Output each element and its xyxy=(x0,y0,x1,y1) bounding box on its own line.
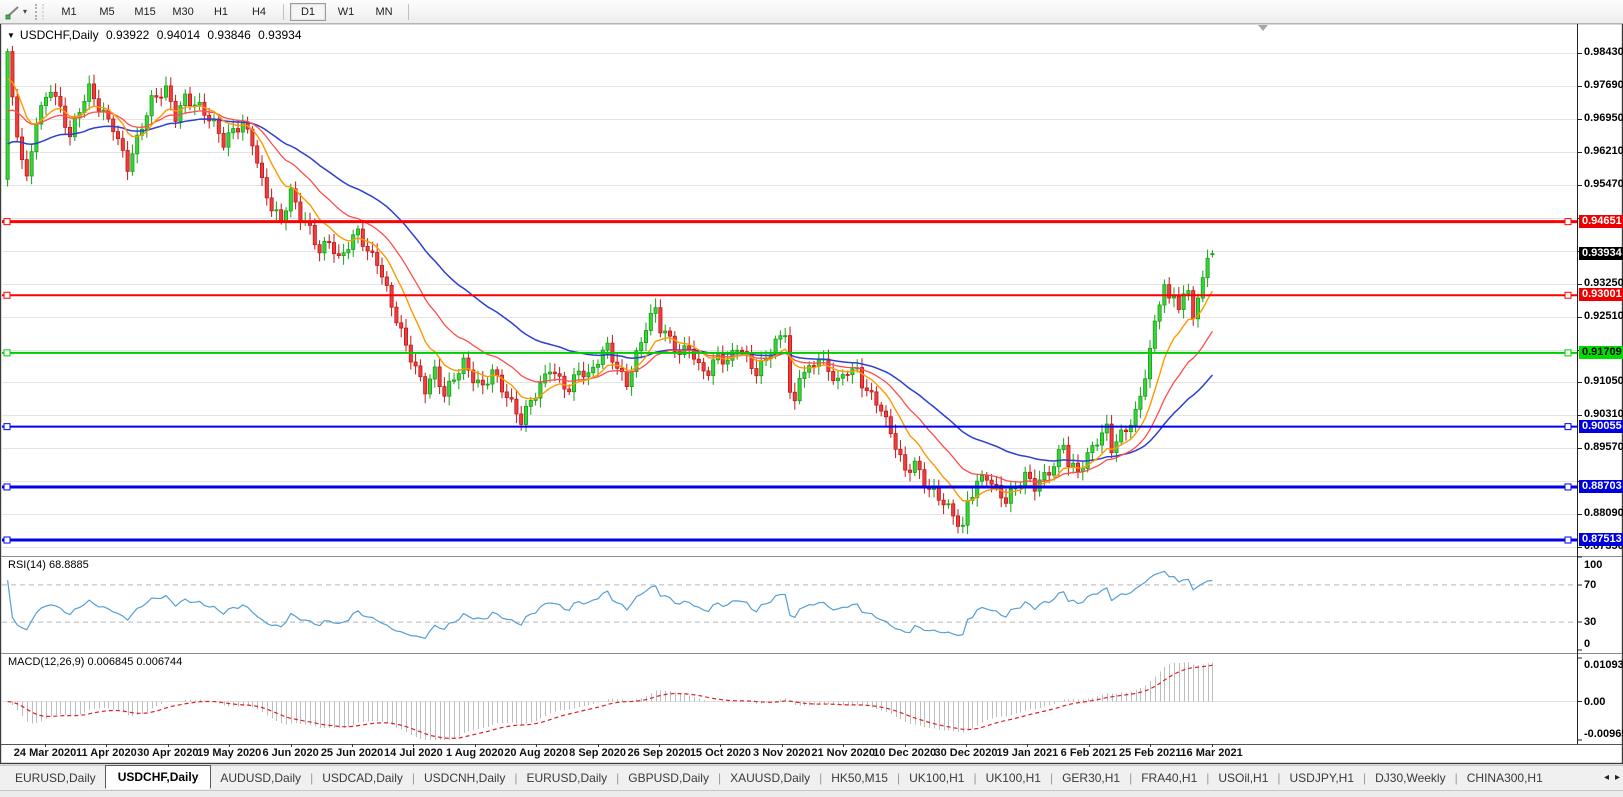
toolbar-grip[interactable] xyxy=(35,4,44,20)
line-handle xyxy=(4,350,10,356)
timeframe-button-m1[interactable]: M1 xyxy=(51,3,87,21)
line-handle xyxy=(1565,292,1571,298)
chart-toolbar: ▾ M1M5M15M30H1H4 D1W1MN xyxy=(0,0,1623,24)
line-handle xyxy=(4,537,10,543)
tab-fra40-h1[interactable]: FRA40,H1 xyxy=(1132,768,1206,788)
tab-scroll-right-icon[interactable]: ▸ xyxy=(1615,772,1620,783)
tab-usdjpy-h1[interactable]: USDJPY,H1 xyxy=(1281,768,1363,788)
line-handle xyxy=(4,484,10,490)
timeframe-button-m5[interactable]: M5 xyxy=(89,3,125,21)
rsi-indicator-label: RSI(14) 68.8885 xyxy=(8,559,89,571)
tab-eurusd-daily[interactable]: EURUSD,Daily xyxy=(6,768,105,788)
timeframe-button-mn[interactable]: MN xyxy=(366,3,402,21)
line-handle xyxy=(1565,350,1571,356)
tab-usdchf-daily[interactable]: USDCHF,Daily xyxy=(105,765,212,789)
tab-china300-h1[interactable]: CHINA300,H1 xyxy=(1458,768,1552,788)
toolbar-separator xyxy=(283,4,284,20)
line-handle xyxy=(1565,484,1571,490)
timeframe-button-w1[interactable]: W1 xyxy=(328,3,364,21)
tab-ger30-h1[interactable]: GER30,H1 xyxy=(1053,768,1129,788)
chart-header: ▼ USDCHF,Daily 0.93922 0.94014 0.93846 0.… xyxy=(7,28,306,42)
line-handle xyxy=(4,424,10,430)
ohlc-close: 0.93934 xyxy=(258,28,301,42)
chart-symbol-label: USDCHF,Daily xyxy=(20,28,99,42)
trading-terminal-window: ▾ M1M5M15M30H1H4 D1W1MN ▼ USDCHF,Daily 0.9… xyxy=(0,0,1623,797)
ohlc-high: 0.94014 xyxy=(157,28,200,42)
timeframe-button-group: M1M5M15M30H1H4 D1W1MN xyxy=(50,3,414,21)
tab-dj30-weekly[interactable]: DJ30,Weekly xyxy=(1366,768,1454,788)
timeframe-button-d1[interactable]: D1 xyxy=(290,3,326,21)
ohlc-low: 0.93846 xyxy=(207,28,250,42)
tab-eurusd-daily[interactable]: EURUSD,Daily xyxy=(517,768,616,788)
toolbar-separator xyxy=(408,4,409,20)
tab-scroll-left-icon[interactable]: ◂ xyxy=(1604,772,1609,783)
tab-hk50-m15[interactable]: HK50,M15 xyxy=(822,768,897,788)
timeframe-button-m30[interactable]: M30 xyxy=(165,3,201,21)
line-handle xyxy=(1565,537,1571,543)
line-handle xyxy=(4,219,10,225)
chart-window-border xyxy=(1,24,1623,764)
tab-usdcad-daily[interactable]: USDCAD,Daily xyxy=(313,768,412,788)
line-handle xyxy=(1565,219,1571,225)
chart-shift-marker-icon xyxy=(1258,25,1268,31)
rsi-line xyxy=(8,571,1213,638)
line-handle xyxy=(1565,424,1571,430)
timeframe-button-h1[interactable]: H1 xyxy=(203,3,239,21)
line-handle xyxy=(4,292,10,298)
ma-10-line xyxy=(8,79,1213,501)
trendline-tool-icon[interactable] xyxy=(3,3,23,21)
tab-usoil-h1[interactable]: USOil,H1 xyxy=(1209,768,1277,788)
symbol-dropdown-icon[interactable]: ▼ xyxy=(7,31,15,40)
chart-tab-bar: EURUSD,DailyUSDCHF,DailyAUDUSD,Daily|USD… xyxy=(0,765,1623,790)
ma-45-line xyxy=(8,119,1213,461)
tab-xauusd-daily[interactable]: XAUUSD,Daily xyxy=(721,768,819,788)
moving-average-lines xyxy=(8,79,1213,501)
tab-uk100-h1[interactable]: UK100,H1 xyxy=(977,768,1050,788)
ohlc-open: 0.93922 xyxy=(106,28,149,42)
macd-indicator-label: MACD(12,26,9) 0.006845 0.006744 xyxy=(8,656,182,668)
tab-audusd-daily[interactable]: AUDUSD,Daily xyxy=(211,768,310,788)
tab-usdcnh-daily[interactable]: USDCNH,Daily xyxy=(415,768,514,788)
tool-dropdown-caret-icon[interactable]: ▾ xyxy=(23,7,27,16)
tab-gbpusd-daily[interactable]: GBPUSD,Daily xyxy=(619,768,718,788)
timeframe-button-m15[interactable]: M15 xyxy=(127,3,163,21)
axis-tick-marks xyxy=(46,54,1583,748)
timeframe-button-h4[interactable]: H4 xyxy=(241,3,277,21)
tab-uk100-h1[interactable]: UK100,H1 xyxy=(900,768,973,788)
chart-canvas[interactable] xyxy=(0,0,1623,797)
tab-scroll-arrows: ◂▸ xyxy=(1604,772,1620,783)
